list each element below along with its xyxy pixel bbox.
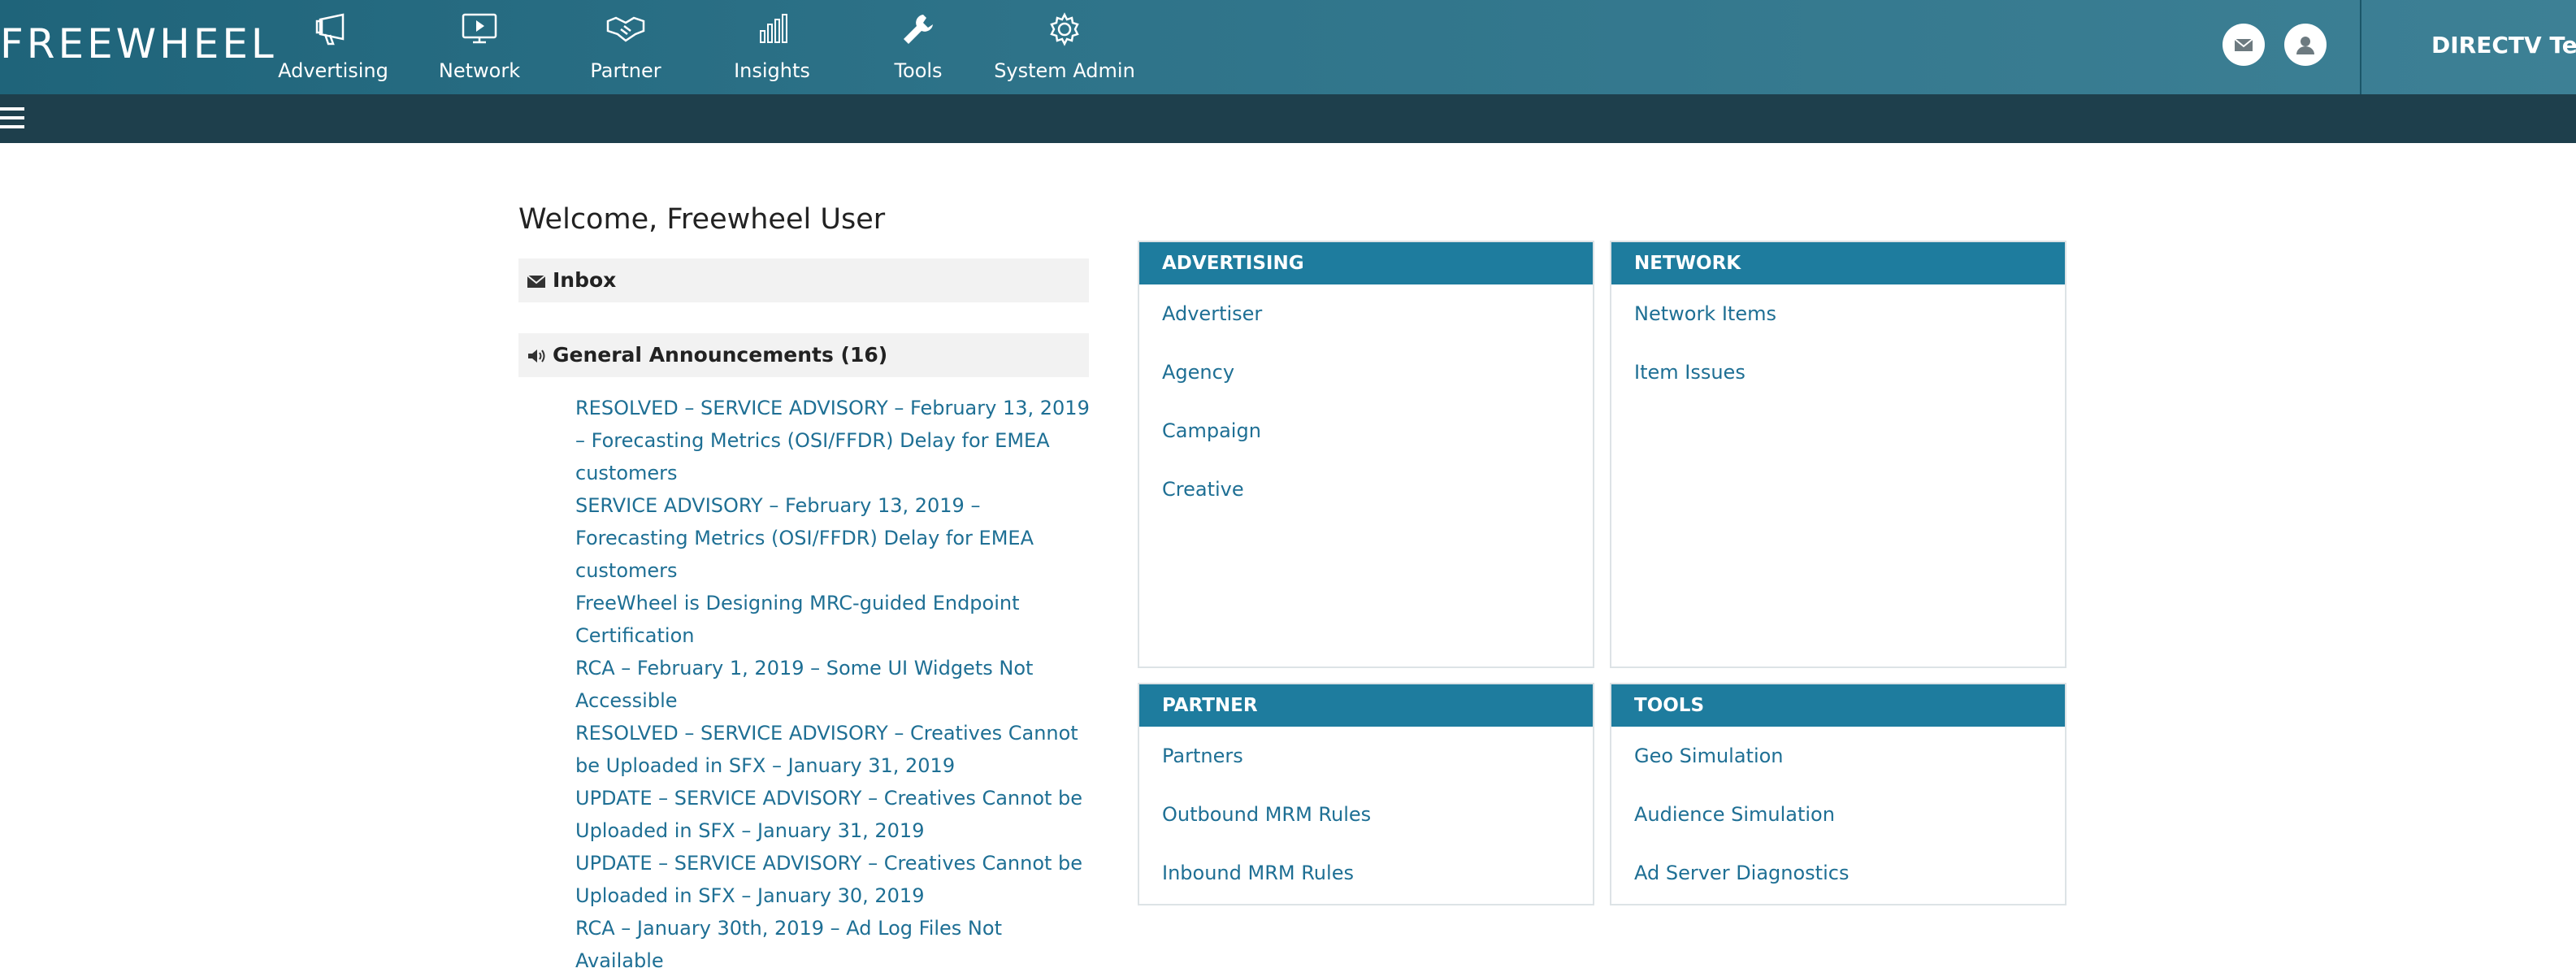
nav-system-admin-label: System Admin xyxy=(994,59,1135,82)
link-ad-server-diagnostics[interactable]: Ad Server Diagnostics xyxy=(1611,860,2065,886)
topbar-divider xyxy=(2360,0,2361,94)
link-audience-simulation[interactable]: Audience Simulation xyxy=(1611,801,2065,827)
announcement-link[interactable]: RESOLVED – SERVICE ADVISORY – February 1… xyxy=(575,392,1095,489)
link-creative[interactable]: Creative xyxy=(1139,476,1593,502)
play-screen-icon xyxy=(462,13,497,44)
user-profile-button[interactable] xyxy=(2284,24,2327,66)
announcement-link[interactable]: UPDATE – SERVICE ADVISORY – Creatives Ca… xyxy=(575,782,1095,847)
link-item-issues[interactable]: Item Issues xyxy=(1611,359,2065,385)
speaker-icon xyxy=(528,350,545,363)
inbox-label: Inbox xyxy=(553,268,617,292)
partner-card-title: PARTNER xyxy=(1139,684,1593,727)
partner-card: PARTNER Partners Outbound MRM Rules Inbo… xyxy=(1138,683,1594,905)
network-card-title: NETWORK xyxy=(1611,242,2065,284)
messages-button[interactable] xyxy=(2223,24,2265,66)
network-card: NETWORK Network Items Item Issues xyxy=(1610,241,2066,668)
nav-insights-label: Insights xyxy=(734,59,810,82)
user-icon xyxy=(2296,37,2314,54)
tools-card: TOOLS Geo Simulation Audience Simulation… xyxy=(1610,683,2066,905)
tools-card-title: TOOLS xyxy=(1611,684,2065,727)
nav-partner[interactable]: Partner xyxy=(553,0,699,94)
announcement-link[interactable]: RCA – February 1, 2019 – Some UI Widgets… xyxy=(575,652,1095,717)
announcement-link[interactable]: RCA – January 30th, 2019 – Ad Log Files … xyxy=(575,912,1095,977)
link-advertiser[interactable]: Advertiser xyxy=(1139,301,1593,327)
organization-name[interactable]: DIRECTV Test xyxy=(2431,29,2576,62)
announcements-header[interactable]: General Announcements (16) xyxy=(518,333,1089,377)
handshake-icon xyxy=(606,16,645,42)
freewheel-logo[interactable]: FREEWHEEL xyxy=(0,20,277,68)
link-network-items[interactable]: Network Items xyxy=(1611,301,2065,327)
envelope-icon xyxy=(527,275,546,288)
inbox-header[interactable]: Inbox xyxy=(518,258,1089,302)
advertising-card-title: ADVERTISING xyxy=(1139,242,1593,284)
link-agency[interactable]: Agency xyxy=(1139,359,1593,385)
secondary-bar xyxy=(0,94,2576,143)
announcement-link[interactable]: RESOLVED – SERVICE ADVISORY – Creatives … xyxy=(575,717,1095,782)
link-campaign[interactable]: Campaign xyxy=(1139,418,1593,444)
nav-advertising-label: Advertising xyxy=(278,59,388,82)
nav-advertising[interactable]: Advertising xyxy=(260,0,406,94)
nav-system-admin[interactable]: System Admin xyxy=(991,0,1138,94)
nav-partner-label: Partner xyxy=(590,59,661,82)
link-inbound-mrm-rules[interactable]: Inbound MRM Rules xyxy=(1139,860,1593,886)
advertising-card: ADVERTISING Advertiser Agency Campaign C… xyxy=(1138,241,1594,668)
link-geo-simulation[interactable]: Geo Simulation xyxy=(1611,743,2065,769)
top-navigation-bar: FREEWHEEL Advertising Network Partner In… xyxy=(0,0,2576,94)
announcement-link[interactable]: UPDATE – SERVICE ADVISORY – Creatives Ca… xyxy=(575,847,1095,912)
announcement-link[interactable]: FreeWheel is Designing MRC-guided Endpoi… xyxy=(575,587,1095,652)
wrench-icon xyxy=(904,15,933,44)
bar-chart-icon xyxy=(760,14,787,43)
envelope-icon xyxy=(2234,38,2253,51)
nav-network[interactable]: Network xyxy=(406,0,553,94)
announcements-list: RESOLVED – SERVICE ADVISORY – February 1… xyxy=(575,392,1095,977)
nav-tools[interactable]: Tools xyxy=(845,0,991,94)
megaphone-icon xyxy=(315,13,345,46)
link-partners[interactable]: Partners xyxy=(1139,743,1593,769)
nav-network-label: Network xyxy=(438,59,521,82)
announcements-label: General Announcements (16) xyxy=(553,343,888,367)
hamburger-menu-icon[interactable] xyxy=(0,107,26,130)
welcome-heading: Welcome, Freewheel User xyxy=(518,203,886,236)
link-outbound-mrm-rules[interactable]: Outbound MRM Rules xyxy=(1139,801,1593,827)
nav-tools-label: Tools xyxy=(894,59,943,82)
announcement-link[interactable]: SERVICE ADVISORY – February 13, 2019 – F… xyxy=(575,489,1095,587)
nav-insights[interactable]: Insights xyxy=(699,0,845,94)
gear-icon xyxy=(1050,12,1079,46)
